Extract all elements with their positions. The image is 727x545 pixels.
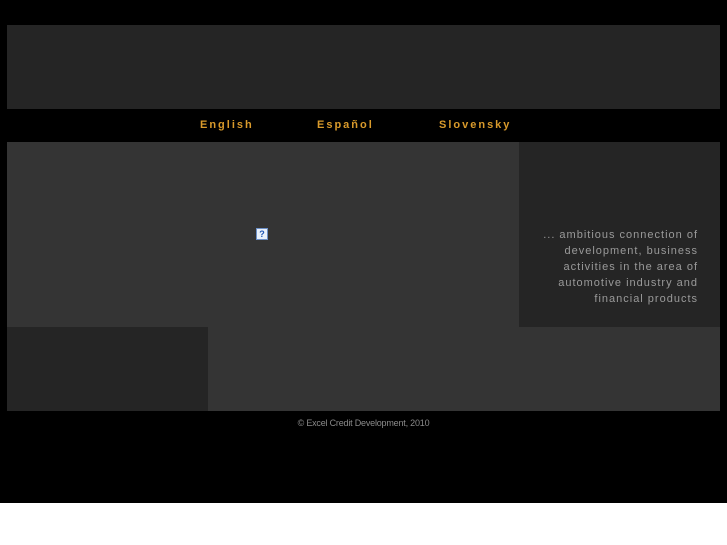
language-link-slovensky[interactable]: Slovensky bbox=[439, 119, 511, 131]
bottom-left-panel bbox=[7, 327, 208, 411]
broken-image-icon: ? bbox=[256, 228, 268, 240]
language-nav: English Español Slovensky bbox=[0, 109, 727, 142]
main-content: ? ... ambitious connection of developmen… bbox=[7, 142, 720, 411]
footer-copyright: © Excel Credit Development, 2010 bbox=[297, 418, 430, 428]
tagline-text: ... ambitious connection of development,… bbox=[543, 229, 698, 305]
header-banner bbox=[7, 25, 720, 109]
page: English Español Slovensky ? ... ambitiou… bbox=[0, 0, 727, 503]
language-link-english[interactable]: English bbox=[200, 119, 254, 131]
language-link-espanol[interactable]: Español bbox=[317, 119, 374, 131]
tagline-panel: ... ambitious connection of development,… bbox=[519, 142, 720, 327]
